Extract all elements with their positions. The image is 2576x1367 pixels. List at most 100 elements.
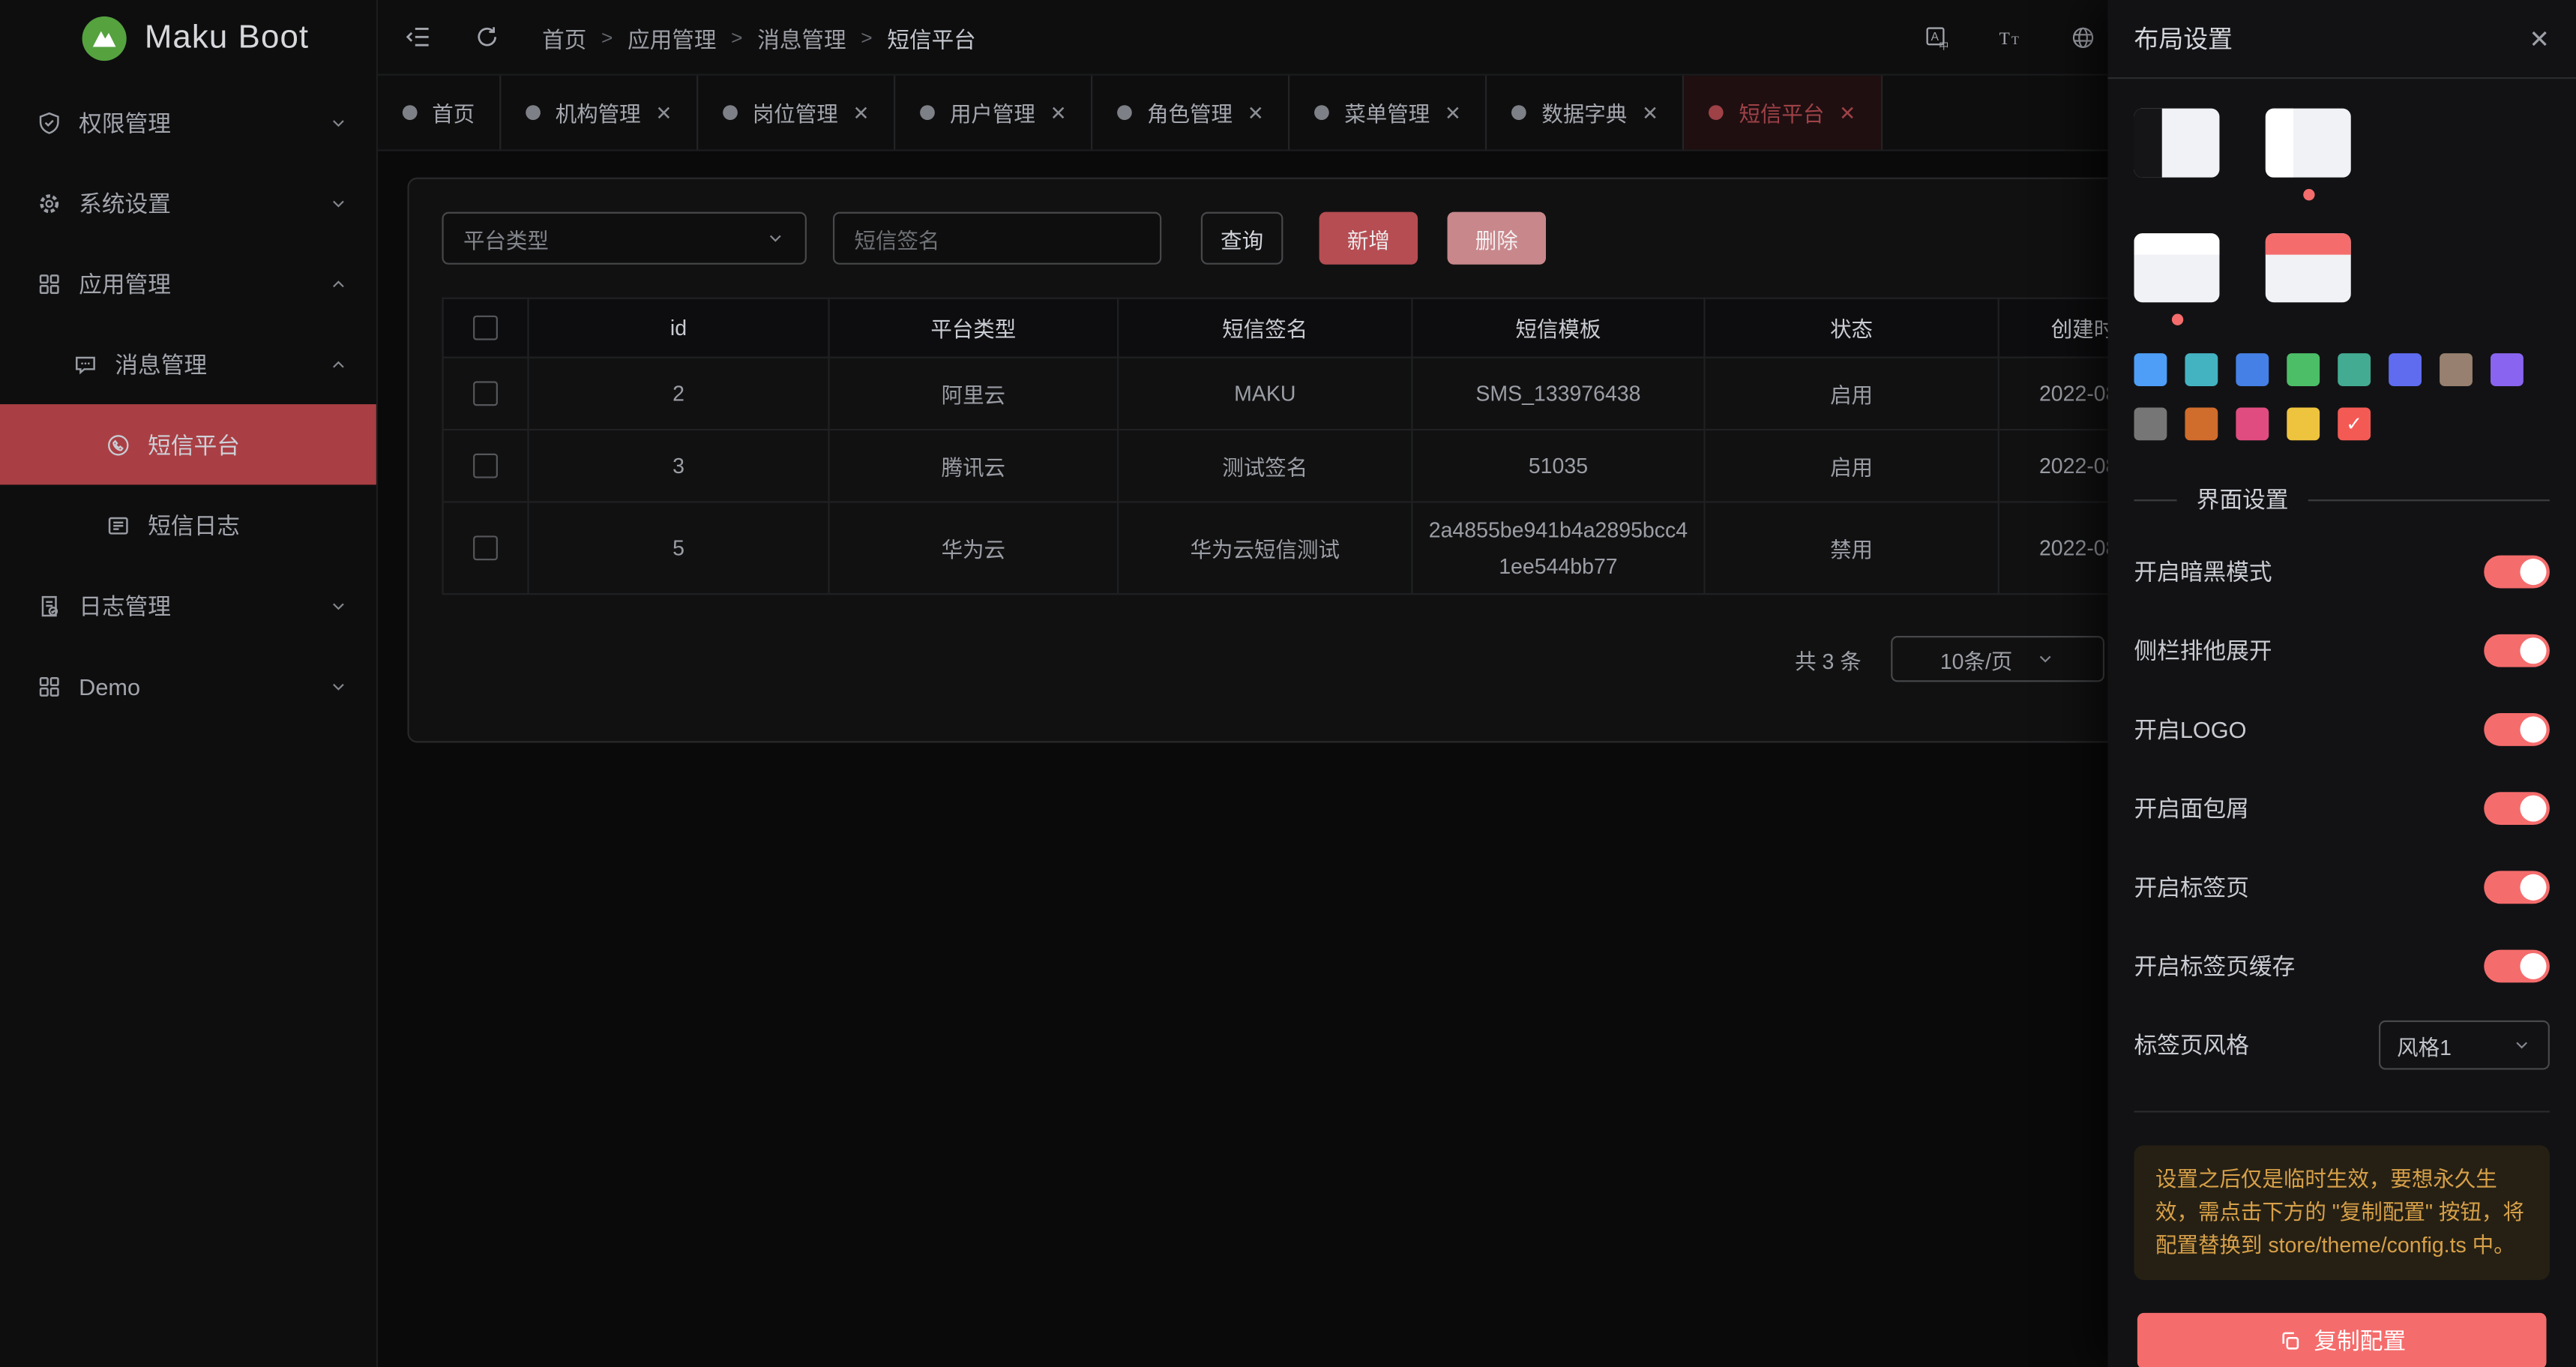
theme-thumb-light-sidebar[interactable] bbox=[2266, 109, 2351, 178]
theme-thumb-red-header[interactable] bbox=[2266, 233, 2351, 302]
interface-settings-list: 开启暗黑模式 侧栏排他展开 开启LOGO 开启面包屑 开启标签页 bbox=[2134, 532, 2549, 1084]
sidebar-item-application[interactable]: 应用管理 bbox=[0, 243, 376, 323]
color-swatch[interactable]: ✓ bbox=[2440, 353, 2473, 386]
color-swatch[interactable]: ✓ bbox=[2338, 353, 2371, 386]
sidebar-item-log[interactable]: 日志管理 bbox=[0, 565, 376, 646]
refresh-icon[interactable] bbox=[475, 25, 499, 49]
color-swatch[interactable]: ✓ bbox=[2185, 353, 2218, 386]
query-button[interactable]: 查询 bbox=[1201, 212, 1284, 265]
dark-mode-toggle[interactable] bbox=[2484, 556, 2550, 589]
tab-org[interactable]: 机构管理 ✕ bbox=[501, 76, 698, 150]
cell-id: 5 bbox=[529, 502, 829, 594]
sidebar-item-message[interactable]: 消息管理 bbox=[0, 324, 376, 404]
color-swatch[interactable]: ✓ bbox=[2287, 407, 2320, 440]
select-all-checkbox[interactable] bbox=[473, 316, 498, 340]
tab-dot-icon bbox=[921, 105, 936, 120]
color-swatch[interactable]: ✓ bbox=[2338, 407, 2371, 440]
close-icon[interactable]: ✕ bbox=[2529, 24, 2550, 53]
color-swatch[interactable]: ✓ bbox=[2287, 353, 2320, 386]
translate-icon[interactable]: A中 bbox=[1924, 24, 1951, 52]
tab-menu[interactable]: 菜单管理 ✕ bbox=[1290, 76, 1487, 150]
row-checkbox[interactable] bbox=[473, 454, 498, 478]
setting-dark-mode: 开启暗黑模式 bbox=[2134, 532, 2549, 611]
cell-sign: 测试签名 bbox=[1118, 430, 1412, 502]
table-header-row: id 平台类型 短信签名 短信模板 状态 创建时间 bbox=[443, 298, 2189, 358]
drawer-title: 布局设置 bbox=[2134, 21, 2233, 55]
close-icon[interactable]: ✕ bbox=[1445, 103, 1461, 122]
svg-text:T: T bbox=[1999, 28, 2010, 48]
breadcrumb-toggle[interactable] bbox=[2484, 792, 2550, 825]
color-swatch[interactable]: ✓ bbox=[2389, 353, 2422, 386]
cell-status: 启用 bbox=[1704, 358, 1998, 430]
chevron-down-icon bbox=[2512, 1036, 2531, 1055]
copy-config-button[interactable]: 复制配置 bbox=[2137, 1313, 2547, 1367]
platform-type-select[interactable]: 平台类型 bbox=[442, 212, 806, 265]
logo-toggle[interactable] bbox=[2484, 713, 2550, 746]
delete-button[interactable]: 删除 bbox=[1448, 212, 1546, 265]
breadcrumb-message[interactable]: 消息管理 bbox=[757, 20, 846, 53]
sidebar-item-demo[interactable]: Demo bbox=[0, 646, 376, 726]
tab-dot-icon bbox=[1118, 105, 1133, 120]
topbar-actions: A中 TT bbox=[1924, 0, 2096, 76]
breadcrumb-current: 短信平台 bbox=[887, 20, 975, 53]
close-icon[interactable]: ✕ bbox=[853, 103, 870, 122]
theme-thumb-light-header[interactable] bbox=[2134, 233, 2219, 302]
cell-platform: 腾讯云 bbox=[829, 430, 1119, 502]
tab-dot-icon bbox=[1512, 105, 1527, 120]
tab-home[interactable]: 首页 bbox=[378, 76, 501, 150]
sms-sign-input[interactable]: 短信签名 bbox=[833, 212, 1161, 265]
font-size-icon[interactable]: TT bbox=[1996, 24, 2025, 52]
sidebar-theme-options bbox=[2134, 109, 2549, 178]
sidebar-item-sms-platform[interactable]: 短信平台 bbox=[0, 404, 376, 484]
setting-breadcrumb: 开启面包屑 bbox=[2134, 769, 2549, 848]
sidebar-accordion-toggle[interactable] bbox=[2484, 634, 2550, 667]
chevron-down-icon bbox=[328, 112, 348, 132]
color-swatch[interactable]: ✓ bbox=[2491, 353, 2524, 386]
sidebar-collapse-icon[interactable] bbox=[404, 23, 432, 51]
col-platform: 平台类型 bbox=[829, 298, 1119, 358]
tabs-cache-toggle[interactable] bbox=[2484, 950, 2550, 983]
close-icon[interactable]: ✕ bbox=[1248, 103, 1264, 122]
close-icon[interactable]: ✕ bbox=[1839, 103, 1856, 122]
row-checkbox[interactable] bbox=[473, 535, 498, 560]
color-swatch[interactable]: ✓ bbox=[2236, 407, 2269, 440]
close-icon[interactable]: ✕ bbox=[655, 103, 672, 122]
color-swatch[interactable]: ✓ bbox=[2134, 353, 2167, 386]
selected-dot-icon bbox=[2171, 313, 2182, 324]
total-count: 共 3 条 bbox=[1795, 643, 1862, 675]
row-checkbox[interactable] bbox=[473, 381, 498, 406]
header-theme-options bbox=[2134, 233, 2549, 302]
interface-settings-divider: 界面设置 bbox=[2134, 483, 2549, 516]
color-swatch[interactable]: ✓ bbox=[2236, 353, 2269, 386]
tabs-toggle[interactable] bbox=[2484, 871, 2550, 904]
sidebar-item-system[interactable]: 系统设置 bbox=[0, 163, 376, 243]
sidebar-item-permission[interactable]: 权限管理 bbox=[0, 82, 376, 163]
breadcrumb: 首页 > 应用管理 > 消息管理 > 短信平台 bbox=[542, 20, 976, 53]
add-button[interactable]: 新增 bbox=[1319, 212, 1418, 265]
tab-role[interactable]: 角色管理 ✕ bbox=[1093, 76, 1290, 150]
layout-settings-drawer: 布局设置 ✕ ✓ ✓ ✓ ✓ bbox=[2107, 0, 2576, 1367]
globe-icon[interactable] bbox=[2070, 25, 2096, 51]
theme-color-swatches-row2: ✓ ✓ ✓ ✓ ✓ bbox=[2134, 407, 2549, 440]
table-row: 3 腾讯云 测试签名 51035 启用 2022-08-20 bbox=[443, 430, 2189, 502]
close-icon[interactable]: ✕ bbox=[1642, 103, 1658, 122]
color-swatch[interactable]: ✓ bbox=[2185, 407, 2218, 440]
sidebar-item-sms-log[interactable]: 短信日志 bbox=[0, 484, 376, 565]
chevron-up-icon bbox=[328, 354, 348, 373]
cell-sign: MAKU bbox=[1118, 358, 1412, 430]
breadcrumb-home[interactable]: 首页 bbox=[542, 20, 586, 53]
tab-dot-icon bbox=[1315, 105, 1330, 120]
page-size-select[interactable]: 10条/页 bbox=[1891, 636, 2104, 682]
tab-user[interactable]: 用户管理 ✕ bbox=[896, 76, 1093, 150]
breadcrumb-application[interactable]: 应用管理 bbox=[628, 20, 716, 53]
color-swatch[interactable]: ✓ bbox=[2134, 407, 2167, 440]
tab-sms-platform[interactable]: 短信平台 ✕ bbox=[1685, 76, 1882, 150]
copy-icon bbox=[2278, 1330, 2301, 1353]
table-row: 2 阿里云 MAKU SMS_133976438 启用 2022-08-19 bbox=[443, 358, 2189, 430]
tab-post[interactable]: 岗位管理 ✕ bbox=[699, 76, 896, 150]
close-icon[interactable]: ✕ bbox=[1050, 103, 1067, 122]
tab-style-select[interactable]: 风格1 bbox=[2379, 1021, 2550, 1070]
theme-thumb-dark-sidebar[interactable] bbox=[2134, 109, 2219, 178]
setting-logo: 开启LOGO bbox=[2134, 690, 2549, 769]
tab-dict[interactable]: 数据字典 ✕ bbox=[1487, 76, 1685, 150]
